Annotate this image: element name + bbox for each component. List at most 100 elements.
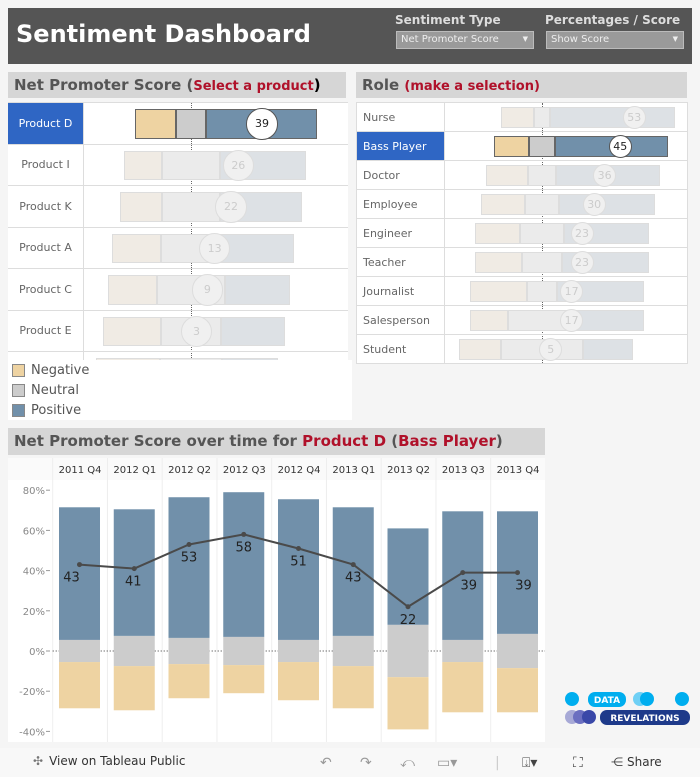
score-badge: 45	[608, 135, 632, 158]
bar-negative[interactable]	[481, 194, 525, 215]
bar-negative	[278, 662, 319, 701]
bar-negative[interactable]	[494, 136, 529, 157]
bar-negative[interactable]	[135, 109, 176, 139]
y-tick-label: 40%	[23, 567, 45, 578]
list-item[interactable]: Salesperson 17	[357, 306, 687, 335]
list-item[interactable]: Product E 3	[8, 310, 348, 352]
data-revelations-logo[interactable]: DATA REVELATIONS	[562, 690, 690, 726]
neutral-swatch	[12, 384, 25, 397]
bar-negative[interactable]	[123, 150, 162, 180]
nps-point	[296, 545, 301, 551]
product-panel-title: Net Promoter Score (Select a product)	[8, 72, 346, 98]
bar-neutral[interactable]	[528, 165, 556, 186]
title-text: Net Promoter Score over time for	[14, 432, 303, 450]
list-item[interactable]: Product I 26	[8, 144, 348, 186]
pct-score-dropdown[interactable]: Show Score ▼	[546, 31, 684, 49]
bar-neutral[interactable]	[161, 150, 221, 180]
share-button[interactable]: ⋲ Share	[611, 755, 662, 769]
bar-neutral[interactable]	[521, 252, 562, 273]
score-badge: 36	[593, 164, 617, 187]
list-item[interactable]: Product K 22	[8, 186, 348, 228]
list-item[interactable]: Product D 39	[8, 103, 348, 145]
bar-neutral[interactable]	[161, 192, 221, 222]
list-item[interactable]	[8, 352, 348, 360]
chevron-down-icon: ▼	[672, 35, 678, 43]
view-label: View on Tableau Public	[49, 754, 186, 768]
bar-negative[interactable]	[475, 223, 521, 244]
category-label: 2012 Q4	[278, 465, 321, 476]
bar-positive[interactable]	[224, 275, 291, 305]
bar-neutral[interactable]	[524, 194, 560, 215]
view-on-tableau-public-link[interactable]: ✣ View on Tableau Public	[33, 754, 185, 768]
category-label: 2012 Q3	[223, 465, 266, 476]
bar-positive[interactable]	[582, 339, 634, 360]
bar-negative[interactable]	[120, 192, 162, 222]
legend: Negative Neutral Positive	[8, 360, 352, 420]
bar-positive	[442, 511, 484, 640]
item-label: Journalist	[357, 277, 445, 305]
score-badge: 22	[215, 191, 247, 223]
bar-neutral[interactable]	[528, 136, 556, 157]
bar-neutral[interactable]	[527, 281, 557, 302]
nps-point	[186, 541, 192, 547]
category-label: 2013 Q4	[497, 465, 540, 476]
item-label: Employee	[357, 190, 445, 218]
bar-negative[interactable]	[111, 233, 161, 263]
list-item[interactable]: Nurse 53	[357, 103, 687, 132]
nps-point	[241, 531, 247, 537]
score-badge: 9	[191, 274, 224, 306]
nps-data-label: 43	[345, 571, 362, 586]
pause-icon[interactable]: ▭▾	[437, 755, 457, 771]
bar-negative[interactable]	[469, 281, 528, 302]
bar-negative[interactable]	[469, 310, 509, 331]
legend-item-negative[interactable]: Negative	[12, 363, 89, 378]
item-label: Engineer	[357, 219, 445, 247]
legend-item-positive[interactable]: Positive	[12, 403, 81, 418]
bar-negative	[113, 666, 155, 711]
list-item[interactable]: Doctor 36	[357, 161, 687, 190]
list-item[interactable]: Teacher 23	[357, 248, 687, 277]
sentiment-type-value: Net Promoter Score	[401, 34, 499, 45]
revert-icon[interactable]: ⤺	[400, 755, 415, 771]
bar-negative[interactable]	[108, 275, 158, 305]
list-item[interactable]: Product C 9	[8, 269, 348, 311]
fullscreen-icon[interactable]: ⛶	[573, 755, 583, 771]
bar-neutral[interactable]	[534, 107, 550, 128]
bar-negative[interactable]	[102, 316, 161, 346]
bar-neutral	[387, 624, 429, 678]
bar-positive[interactable]	[221, 316, 285, 346]
bar-neutral[interactable]	[520, 223, 564, 244]
list-item[interactable]: Journalist 17	[357, 277, 687, 306]
bar-neutral	[278, 639, 319, 663]
legend-item-neutral[interactable]: Neutral	[12, 383, 79, 398]
bar-negative[interactable]	[501, 107, 535, 128]
score-badge: 23	[570, 222, 594, 245]
y-tick-label: 0%	[29, 647, 45, 658]
bar-positive[interactable]	[549, 107, 676, 128]
bar-negative[interactable]	[459, 339, 502, 360]
undo-icon[interactable]: ↶	[320, 755, 332, 771]
list-item[interactable]: Employee 30	[357, 190, 687, 219]
list-item[interactable]: Product A 13	[8, 227, 348, 269]
bar-positive[interactable]	[575, 310, 644, 331]
bar-negative[interactable]	[475, 252, 522, 273]
score-badge: 3	[180, 315, 213, 347]
download-icon[interactable]: ⍗▾	[522, 755, 537, 771]
bar-negative[interactable]	[486, 165, 529, 186]
title-paren: (	[386, 432, 399, 450]
bar-positive[interactable]	[559, 194, 656, 215]
nps-data-label: 41	[125, 575, 142, 590]
category-label: 2012 Q1	[113, 465, 156, 476]
list-item[interactable]: Student 5	[357, 335, 687, 363]
bar-positive[interactable]	[221, 233, 294, 263]
bar-negative	[223, 665, 265, 694]
redo-icon[interactable]: ↷	[360, 755, 372, 771]
sentiment-type-dropdown[interactable]: Net Promoter Score ▼	[396, 31, 534, 49]
item-label	[8, 352, 84, 360]
score-badge: 26	[222, 149, 255, 181]
nps-point	[405, 604, 411, 610]
bar-neutral[interactable]	[175, 109, 207, 139]
list-item[interactable]: Engineer 23	[357, 219, 687, 248]
list-item[interactable]: Bass Player 45	[357, 132, 687, 161]
category-label: 2013 Q3	[442, 465, 485, 476]
